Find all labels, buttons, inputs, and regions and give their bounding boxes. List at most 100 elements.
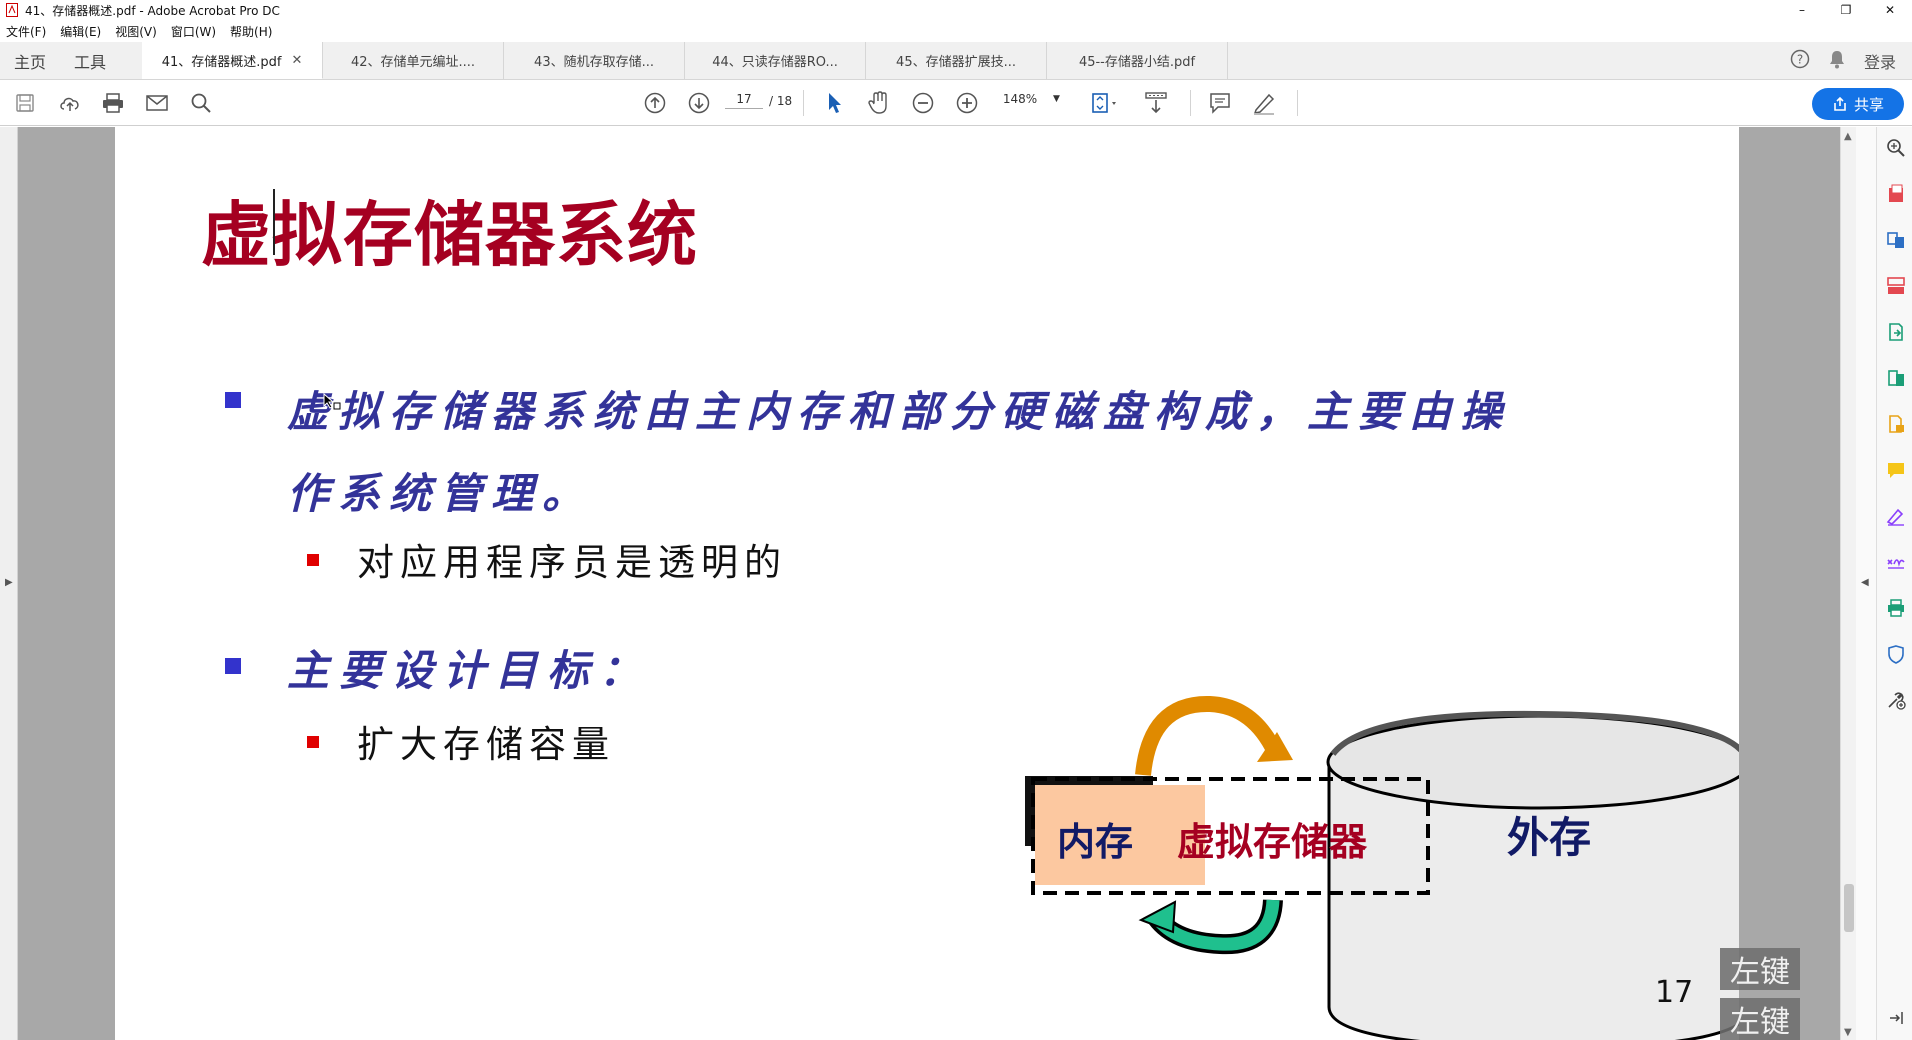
doc-tab-45[interactable]: 45、存储器扩展技... xyxy=(866,42,1048,79)
close-window-button[interactable]: ✕ xyxy=(1868,0,1912,20)
login-link[interactable]: 登录 xyxy=(1864,49,1896,73)
total-pages: / 18 xyxy=(769,93,793,108)
signature-icon[interactable] xyxy=(1885,505,1907,527)
doc-tab-42[interactable]: 42、存储单元编址.... xyxy=(323,42,505,79)
comment-icon[interactable] xyxy=(1204,80,1236,126)
vertical-scrollbar[interactable]: ▲ ▼ xyxy=(1840,127,1856,1040)
sub-bullet-icon xyxy=(307,736,319,748)
left-panel-toggle[interactable]: ▶ xyxy=(0,127,18,1040)
organize-pages-icon[interactable] xyxy=(1885,275,1907,297)
bullet-2-text: 主要设计目标： xyxy=(287,646,652,695)
doc-tab-44[interactable]: 44、只读存储器RO... xyxy=(685,42,867,79)
collapse-right-icon: ◀ xyxy=(1861,577,1869,588)
expand-left-icon: ▶ xyxy=(5,577,13,588)
tab-tools[interactable]: 工具 xyxy=(60,42,120,79)
scroll-up-icon[interactable]: ▲ xyxy=(1844,131,1852,142)
menu-bar: 文件(F) 编辑(E) 视图(V) 窗口(W) 帮助(H) xyxy=(0,20,1912,42)
swap-out-arrow-icon xyxy=(1135,695,1293,776)
virtual-memory-diagram: 内存 虚拟存储器 外存 xyxy=(1025,695,1739,1040)
notification-bell-icon[interactable] xyxy=(1828,49,1846,73)
protect-shield-icon[interactable] xyxy=(1885,643,1907,665)
fill-sign-icon[interactable] xyxy=(1885,413,1907,435)
slide-page-number: 17 xyxy=(1655,975,1694,1010)
share-icon xyxy=(1834,96,1846,111)
sub-bullet-1: 对应用程序员是透明的 xyxy=(357,541,787,584)
minimize-button[interactable]: – xyxy=(1780,0,1824,20)
share-button[interactable]: 共享 xyxy=(1812,88,1904,120)
document-area: ▶ 虚拟存储器系统 虚拟存储器系统由主内存和部分硬磁盘构成，主要由操 作系统管理… xyxy=(0,127,1912,1040)
enhance-scan-zoom-icon[interactable] xyxy=(1885,137,1907,159)
scrollbar-thumb[interactable] xyxy=(1844,884,1854,932)
hand-tool-icon[interactable] xyxy=(864,80,894,126)
menu-edit[interactable]: 编辑(E) xyxy=(60,23,101,40)
sub-bullet-icon xyxy=(307,554,319,566)
text-caret xyxy=(273,189,275,255)
sub-bullet-2: 扩大存储容量 xyxy=(357,723,615,766)
doc-tab-45-summary[interactable]: 45--存储器小结.pdf xyxy=(1047,42,1229,79)
fit-page-icon[interactable] xyxy=(1085,80,1125,126)
mouse-cursor-icon xyxy=(323,393,341,410)
highlight-pen-icon[interactable] xyxy=(1248,80,1280,126)
slide-title: 虚拟存储器系统 xyxy=(201,194,698,276)
tab-bar: 主页 工具 41、存储器概述.pdf ✕ 42、存储单元编址.... 43、随机… xyxy=(0,42,1912,80)
window-title-bar: 41、存储器概述.pdf - Adobe Acrobat Pro DC – ❐ … xyxy=(0,0,1912,20)
pdf-page: 虚拟存储器系统 虚拟存储器系统由主内存和部分硬磁盘构成，主要由操 作系统管理。 … xyxy=(115,127,1739,1040)
zoom-out-icon[interactable] xyxy=(908,80,938,126)
doc-tab-label: 43、随机存取存储... xyxy=(534,55,654,70)
save-icon[interactable] xyxy=(12,80,38,126)
previous-page-icon[interactable] xyxy=(640,80,670,126)
menu-help[interactable]: 帮助(H) xyxy=(230,23,272,40)
zoom-value: 148% xyxy=(1002,92,1038,106)
combine-files-icon[interactable] xyxy=(1885,229,1907,251)
help-icon[interactable]: ? xyxy=(1790,49,1810,73)
doc-tab-41[interactable]: 41、存储器概述.pdf ✕ xyxy=(142,42,324,79)
more-tools-icon[interactable] xyxy=(1885,689,1907,711)
menu-window[interactable]: 窗口(W) xyxy=(171,23,216,40)
right-pane-toggle[interactable]: ◀ xyxy=(1856,127,1876,1040)
acrobat-app-icon xyxy=(5,3,19,17)
create-pdf-icon[interactable] xyxy=(1885,367,1907,389)
export-pdf-icon[interactable] xyxy=(1885,183,1907,205)
select-tool-icon[interactable] xyxy=(820,80,850,126)
window-title: 41、存储器概述.pdf - Adobe Acrobat Pro DC xyxy=(25,3,280,18)
collapse-panel-icon[interactable] xyxy=(1885,1007,1907,1029)
toolbar-divider xyxy=(1190,90,1191,116)
bullet-1-line-1: 虚拟存储器系统由主内存和部分硬磁盘构成，主要由操 xyxy=(287,387,1512,436)
next-page-icon[interactable] xyxy=(684,80,714,126)
menu-file[interactable]: 文件(F) xyxy=(6,23,46,40)
page-navigator: 17 / 18 xyxy=(725,92,792,109)
toolbar-divider xyxy=(803,90,804,116)
current-page-input[interactable]: 17 xyxy=(725,92,763,109)
email-icon[interactable] xyxy=(142,80,172,126)
cloud-upload-icon[interactable] xyxy=(55,80,85,126)
key-tip-overlay: 左键 xyxy=(1720,948,1800,990)
tab-home[interactable]: 主页 xyxy=(0,42,60,79)
print-icon[interactable] xyxy=(98,80,128,126)
edit-pdf-icon[interactable] xyxy=(1885,321,1907,343)
virtual-storage-label: 虚拟存储器 xyxy=(1177,820,1368,864)
tools-sidebar xyxy=(1876,127,1912,1040)
comment-tool-icon[interactable] xyxy=(1885,459,1907,481)
share-label: 共享 xyxy=(1853,95,1884,114)
restore-button[interactable]: ❐ xyxy=(1824,0,1868,20)
bullet-1-text: 虚拟存储器系统由主内存和部分硬磁盘构成，主要由操 作系统管理。 xyxy=(287,371,1667,535)
main-toolbar: 17 / 18 148% ▼ 共享 xyxy=(0,80,1912,126)
search-icon[interactable] xyxy=(186,80,216,126)
doc-tab-label: 42、存储单元编址.... xyxy=(350,55,476,70)
chevron-down-icon: ▼ xyxy=(1053,94,1060,104)
scroll-mode-icon[interactable] xyxy=(1138,80,1174,126)
zoom-in-icon[interactable] xyxy=(952,80,982,126)
print-production-icon[interactable] xyxy=(1885,597,1907,619)
key-tip-overlay: 左键 xyxy=(1720,998,1800,1040)
window-controls: – ❐ ✕ xyxy=(1780,0,1912,20)
doc-tab-label: 41、存储器概述.pdf xyxy=(161,54,282,70)
zoom-select[interactable]: 148% ▼ xyxy=(995,92,1060,106)
toolbar-divider xyxy=(1297,90,1298,116)
svg-text:?: ? xyxy=(1797,52,1803,66)
doc-tab-43[interactable]: 43、随机存取存储... xyxy=(504,42,686,79)
close-tab-icon[interactable]: ✕ xyxy=(291,53,302,68)
swap-in-arrow-icon xyxy=(1138,899,1283,955)
request-signature-icon[interactable] xyxy=(1885,551,1907,573)
menu-view[interactable]: 视图(V) xyxy=(115,23,157,40)
scroll-down-icon[interactable]: ▼ xyxy=(1844,1027,1852,1038)
